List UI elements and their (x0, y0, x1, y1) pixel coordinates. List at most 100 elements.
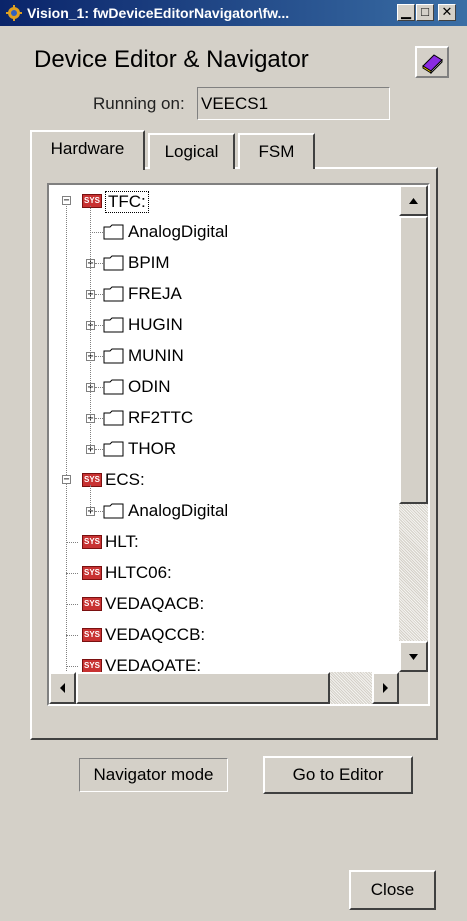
system-icon: SYS (82, 628, 102, 642)
navigator-mode-indicator: Navigator mode (79, 758, 228, 792)
arrow-left-icon (60, 683, 65, 693)
tree-connector (66, 542, 78, 543)
tree-connector (66, 635, 78, 636)
tree-node-label: VEDAQACB: (105, 594, 205, 613)
tree-node-label: FREJA (128, 284, 182, 303)
tree-system-node[interactable]: SYS HLTC06: (49, 562, 399, 594)
tree-folder-node[interactable]: + AnalogDigital (49, 500, 399, 532)
tree-node-label: VEDAQATE: (105, 656, 202, 672)
tab-label: Hardware (50, 139, 125, 158)
tree-folder-node[interactable]: AnalogDigital (49, 221, 399, 253)
book-icon (422, 54, 443, 75)
tab-logical[interactable]: Logical (148, 133, 235, 169)
device-tree[interactable]: − SYS TFC: AnalogDigital + BPIM + FREJA + HUGIN + M… (47, 183, 430, 706)
maximize-icon: □ (421, 4, 429, 19)
close-icon: ✕ (441, 4, 453, 19)
tree-node-label: ODIN (128, 377, 171, 396)
tree-connector (95, 263, 103, 264)
folder-icon (103, 255, 124, 271)
tree-system-node[interactable]: − SYS ECS: (49, 469, 399, 501)
system-icon: SYS (82, 566, 102, 580)
collapse-toggle-icon[interactable]: − (62, 196, 71, 206)
system-icon: SYS (82, 597, 102, 611)
close-window-button[interactable]: ✕ (438, 4, 456, 21)
go-to-editor-button[interactable]: Go to Editor (263, 756, 413, 794)
tree-node-label: VEDAQCCB: (105, 625, 206, 644)
maximize-button[interactable]: □ (416, 4, 434, 21)
tree-node-label: AnalogDigital (128, 501, 229, 520)
folder-icon (103, 503, 124, 519)
tree-connector (95, 511, 103, 512)
running-on-label: Running on: (93, 94, 185, 113)
tab-hardware[interactable]: Hardware (30, 130, 145, 170)
tree-node-label: HLT: (105, 532, 139, 551)
folder-icon (103, 224, 124, 240)
tree-connector (95, 294, 103, 295)
tree-node-label: AnalogDigital (128, 222, 229, 241)
system-icon: SYS (82, 194, 102, 208)
tree-folder-node[interactable]: + BPIM (49, 252, 399, 284)
folder-icon (103, 286, 124, 302)
tree-node-label: HUGIN (128, 315, 183, 334)
tree-system-node[interactable]: SYS VEDAQACB: (49, 593, 399, 625)
app-icon (6, 5, 22, 21)
folder-icon (103, 379, 124, 395)
arrow-up-icon (409, 198, 418, 204)
tree-folder-node[interactable]: + HUGIN (49, 314, 399, 346)
tree-node-label: THOR (128, 439, 177, 458)
tree-system-node[interactable]: SYS HLT: (49, 531, 399, 563)
tree-node-label: MUNIN (128, 346, 184, 365)
tree-system-node[interactable]: SYS VEDAQATE: (49, 655, 399, 672)
tree-node-label: ECS: (105, 470, 145, 489)
vertical-scroll-thumb[interactable] (399, 216, 428, 504)
collapse-toggle-icon[interactable]: − (62, 475, 71, 485)
tree-system-node[interactable]: − SYS TFC: (49, 190, 399, 222)
tab-label: FSM (258, 142, 295, 161)
title-bar[interactable]: Vision_1: fwDeviceEditorNavigator\fw... … (0, 0, 467, 26)
horizontal-scrollbar[interactable] (49, 672, 399, 704)
tree-node-label: RF2TTC (128, 408, 194, 427)
tree-connector (90, 232, 103, 233)
folder-icon (103, 410, 124, 426)
tree-node-label: TFC: (105, 191, 149, 213)
tree-folder-node[interactable]: + THOR (49, 438, 399, 470)
tab-label: Logical (164, 142, 219, 161)
vertical-scrollbar[interactable] (399, 185, 428, 672)
tree-connector (95, 356, 103, 357)
tree-connector (66, 604, 78, 605)
minimize-icon: ▁ (401, 4, 411, 19)
tree-folder-node[interactable]: + MUNIN (49, 345, 399, 377)
running-on-field: VEECS1 (197, 87, 390, 120)
arrow-right-icon (383, 683, 388, 693)
tree-connector (95, 325, 103, 326)
horizontal-scroll-thumb[interactable] (76, 672, 330, 704)
tree-folder-node[interactable]: + RF2TTC (49, 407, 399, 439)
minimize-button[interactable]: ▁ (397, 4, 415, 21)
scroll-right-button[interactable] (372, 672, 399, 704)
scroll-left-button[interactable] (49, 672, 76, 704)
tree-guide-line (90, 206, 91, 449)
system-icon: SYS (82, 659, 102, 672)
tree-connector (66, 573, 78, 574)
scroll-down-button[interactable] (399, 641, 428, 672)
tree-connector (95, 449, 103, 450)
tab-fsm[interactable]: FSM (238, 133, 315, 169)
folder-icon (103, 317, 124, 333)
page-title: Device Editor & Navigator (34, 46, 309, 73)
scroll-up-button[interactable] (399, 185, 428, 216)
tree-node-label: HLTC06: (105, 563, 172, 582)
tree-connector (66, 666, 78, 667)
tree-folder-node[interactable]: + ODIN (49, 376, 399, 408)
tree-folder-node[interactable]: + FREJA (49, 283, 399, 315)
window-title: Vision_1: fwDeviceEditorNavigator\fw... (27, 5, 290, 21)
tree-connector (95, 387, 103, 388)
system-icon: SYS (82, 535, 102, 549)
close-button[interactable]: Close (349, 870, 436, 910)
scroll-corner (399, 672, 428, 704)
tree-system-node[interactable]: SYS VEDAQCCB: (49, 624, 399, 656)
folder-icon (103, 441, 124, 457)
help-button[interactable] (415, 46, 449, 78)
tree-node-label: BPIM (128, 253, 170, 272)
tree-guide-line (90, 485, 91, 511)
tree-connector (95, 418, 103, 419)
